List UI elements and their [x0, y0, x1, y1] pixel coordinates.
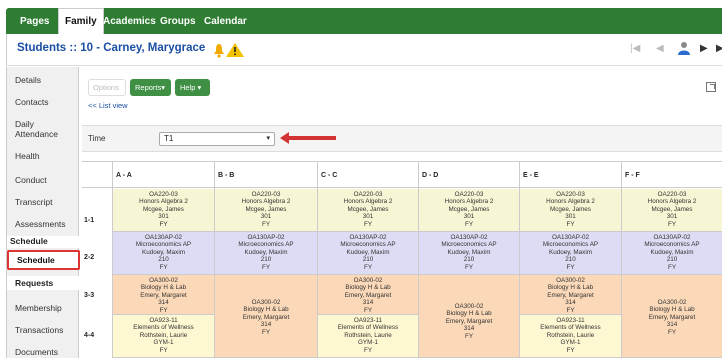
class-cell[interactable]: OA300-02 Biology H & Lab Emery, Margaret 31… — [418, 275, 519, 358]
class-cell[interactable]: OA130AP-02 Microeconomics AP Kudoey, Maxim… — [621, 232, 722, 275]
person-icon[interactable] — [678, 41, 690, 58]
sidebar-item-daily-attendance[interactable]: Daily Attendance — [7, 119, 67, 139]
nav-tab-calendar[interactable]: Calendar — [204, 10, 247, 34]
nav-tab-pages[interactable]: Pages — [20, 10, 49, 34]
class-cell[interactable]: OA220-03 Honors Algebra 2 Mcgee, James 301 F… — [621, 189, 722, 232]
last-record-icon[interactable]: ▶| — [716, 43, 722, 54]
sidebar-item-requests[interactable]: Requests — [7, 276, 80, 290]
alert-icons[interactable] — [213, 41, 249, 59]
red-arrow-annotation — [280, 132, 336, 144]
row-label-3-3: 3-3 — [84, 292, 95, 299]
record-nav: |◀ ◀ ▶ ▶| — [622, 41, 722, 59]
time-filter-row: Time T1 ▾ — [82, 125, 722, 152]
nav-tab-academics[interactable]: Academics — [103, 10, 156, 34]
sidebar-item-membership[interactable]: Membership — [7, 303, 80, 313]
class-cell[interactable]: OA130AP-02 Microeconomics AP Kudoey, Maxim… — [418, 232, 519, 275]
sidebar-item-contacts[interactable]: Contacts — [7, 97, 80, 107]
nav-tab-groups[interactable]: Groups — [160, 10, 196, 34]
sidebar-item-transactions[interactable]: Transactions — [7, 325, 80, 335]
options-button[interactable]: Options — [88, 79, 126, 96]
popout-icon[interactable] — [706, 82, 716, 92]
column-header-b: B - B — [214, 162, 317, 189]
sidebar-item-schedule[interactable]: Schedule — [7, 250, 80, 270]
column-header-a: A - A — [112, 162, 214, 189]
bell-icon — [214, 43, 244, 58]
time-label: Time — [88, 134, 106, 143]
class-cell[interactable]: OA300-02 Biology H & Lab Emery, Margaret 31… — [112, 275, 214, 315]
class-cell[interactable]: OA923-11 Elements of Wellness Rothstein, L… — [112, 315, 214, 358]
sidebar-item-conduct[interactable]: Conduct — [7, 175, 80, 185]
nav-tab-family[interactable]: Family — [58, 8, 104, 34]
class-cell[interactable]: OA300-02 Biology H & Lab Emery, Margaret 31… — [317, 275, 418, 315]
first-record-icon[interactable]: |◀ — [630, 43, 640, 54]
sidebar-item-details[interactable]: Details — [7, 75, 80, 85]
class-cell[interactable]: OA923-11 Elements of Wellness Rothstein, L… — [317, 315, 418, 358]
column-header-c: C - C — [317, 162, 418, 189]
sidebar: Details Contacts Daily Attendance Health… — [6, 67, 80, 358]
class-cell[interactable]: OA130AP-02 Microeconomics AP Kudoey, Maxim… — [214, 232, 317, 275]
row-label-1-1: 1-1 — [84, 217, 95, 224]
sidebar-item-documents[interactable]: Documents — [7, 347, 80, 357]
top-nav: Pages Family Academics Groups Calendar — [0, 0, 722, 34]
page-title: Students :: 10 - Carney, Marygrace — [17, 42, 206, 54]
reports-button[interactable]: Reports▾ — [130, 79, 171, 96]
class-cell[interactable]: OA300-02 Biology H & Lab Emery, Margaret 31… — [621, 275, 722, 358]
prev-record-icon[interactable]: ◀ — [656, 43, 664, 54]
class-cell[interactable]: OA220-03 Honors Algebra 2 Mcgee, James 301 F… — [317, 189, 418, 232]
time-select[interactable]: T1 ▾ — [159, 132, 275, 146]
row-label-2-2: 2-2 — [84, 254, 95, 261]
class-cell[interactable]: OA220-03 Honors Algebra 2 Mcgee, James 301 F… — [214, 189, 317, 232]
grid-header: A - A B - B C - C D - D E - E F - F — [82, 161, 722, 189]
list-view-link[interactable]: << List view — [88, 101, 128, 110]
column-header-f: F - F — [621, 162, 722, 189]
help-button[interactable]: Help ▾ — [175, 79, 210, 96]
column-header-e: E - E — [519, 162, 621, 189]
sidebar-item-transcript[interactable]: Transcript — [7, 197, 80, 207]
column-header-d: D - D — [418, 162, 519, 189]
class-cell[interactable]: OA130AP-02 Microeconomics AP Kudoey, Maxim… — [112, 232, 214, 275]
class-cell[interactable]: OA220-03 Honors Algebra 2 Mcgee, James 301 F… — [519, 189, 621, 232]
next-record-icon[interactable]: ▶ — [700, 43, 708, 54]
sidebar-item-assessments[interactable]: Assessments — [7, 219, 80, 229]
sidebar-section-schedule: Schedule — [7, 236, 80, 248]
class-cell[interactable]: OA130AP-02 Microeconomics AP Kudoey, Maxim… — [317, 232, 418, 275]
time-select-value: T1 — [164, 134, 174, 143]
class-cell[interactable]: OA130AP-02 Microeconomics AP Kudoey, Maxim… — [519, 232, 621, 275]
class-cell[interactable]: OA923-11 Elements of Wellness Rothstein, L… — [519, 315, 621, 358]
class-cell[interactable]: OA300-02 Biology H & Lab Emery, Margaret 31… — [214, 275, 317, 358]
chevron-down-icon: ▾ — [266, 135, 270, 142]
sidebar-item-health[interactable]: Health — [7, 151, 80, 161]
row-label-4-4: 4-4 — [84, 332, 95, 339]
class-cell[interactable]: OA220-03 Honors Algebra 2 Mcgee, James 301 F… — [112, 189, 214, 232]
schedule-grid: A - A B - B C - C D - D E - E F - F 1-1 … — [82, 161, 722, 358]
class-cell[interactable]: OA300-02 Biology H & Lab Emery, Margaret 31… — [519, 275, 621, 315]
page-header: Students :: 10 - Carney, Marygrace |◀ ◀ … — [6, 34, 722, 66]
class-cell[interactable]: OA220-03 Honors Algebra 2 Mcgee, James 301 F… — [418, 189, 519, 232]
